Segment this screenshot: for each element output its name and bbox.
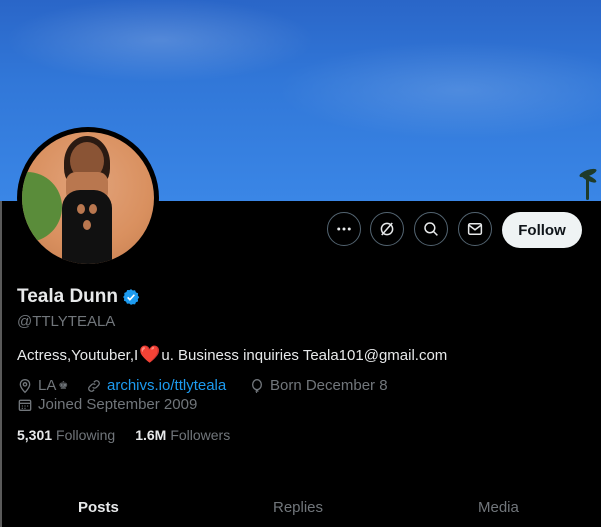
tab-posts[interactable]: Posts (78, 499, 119, 516)
grok-button[interactable] (370, 212, 404, 246)
bio-text-end: u. Business inquiries Teala101@gmail.com (161, 346, 448, 364)
bio: Actress,Youtuber,I ❤️ u. Business inquir… (17, 345, 447, 365)
following-count: 5,301 (17, 427, 53, 443)
search-button[interactable] (414, 212, 448, 246)
location-pin-icon (19, 378, 31, 393)
followers-label: Followers (170, 427, 231, 443)
bio-text-start: Actress,Youtuber,I (17, 346, 139, 364)
follow-button[interactable]: Follow (502, 212, 582, 248)
followers-stat[interactable]: 1.6M Followers (135, 427, 230, 443)
location: LA ♚ (17, 377, 68, 394)
avatar-dress-detail (83, 220, 91, 230)
heart-emoji: ❤️ (139, 345, 161, 364)
profile-tabs: Posts Replies Media (0, 490, 601, 527)
grok-icon (380, 222, 394, 236)
balloon-icon (252, 378, 262, 393)
avatar-dress-detail (89, 204, 97, 214)
following-stat[interactable]: 5,301 Following (17, 427, 115, 443)
following-label: Following (56, 427, 116, 443)
follow-stats: 5,301 Following 1.6M Followers (17, 427, 230, 443)
more-icon (337, 227, 351, 231)
followers-count: 1.6M (135, 427, 167, 443)
display-name: Teala Dunn (17, 286, 118, 307)
link-icon (88, 379, 100, 392)
message-icon (467, 223, 483, 235)
website[interactable]: archivs.io/ttlyteala (86, 377, 226, 394)
verified-badge-icon[interactable] (122, 288, 140, 306)
avatar-background-sign (22, 172, 62, 242)
joined-text: Joined September 2009 (38, 396, 198, 413)
palm-decoration (575, 167, 601, 201)
avatar[interactable] (22, 132, 154, 264)
tab-media[interactable]: Media (478, 499, 519, 516)
name-row: Teala Dunn (17, 286, 140, 308)
tab-replies[interactable]: Replies (273, 499, 323, 516)
birthday-text: Born December 8 (270, 377, 388, 394)
crown-emoji: ♚ (58, 380, 69, 392)
avatar-dress-detail (77, 204, 85, 214)
birthday: Born December 8 (249, 377, 388, 394)
more-button[interactable] (327, 212, 361, 246)
message-button[interactable] (458, 212, 492, 246)
location-text: LA (38, 377, 57, 394)
search-icon (424, 222, 438, 236)
website-link[interactable]: archivs.io/ttlyteala (107, 377, 226, 394)
joined-date: Joined September 2009 (17, 396, 197, 413)
calendar-icon (18, 399, 32, 411)
handle: @TTLYTEALA (17, 313, 116, 330)
